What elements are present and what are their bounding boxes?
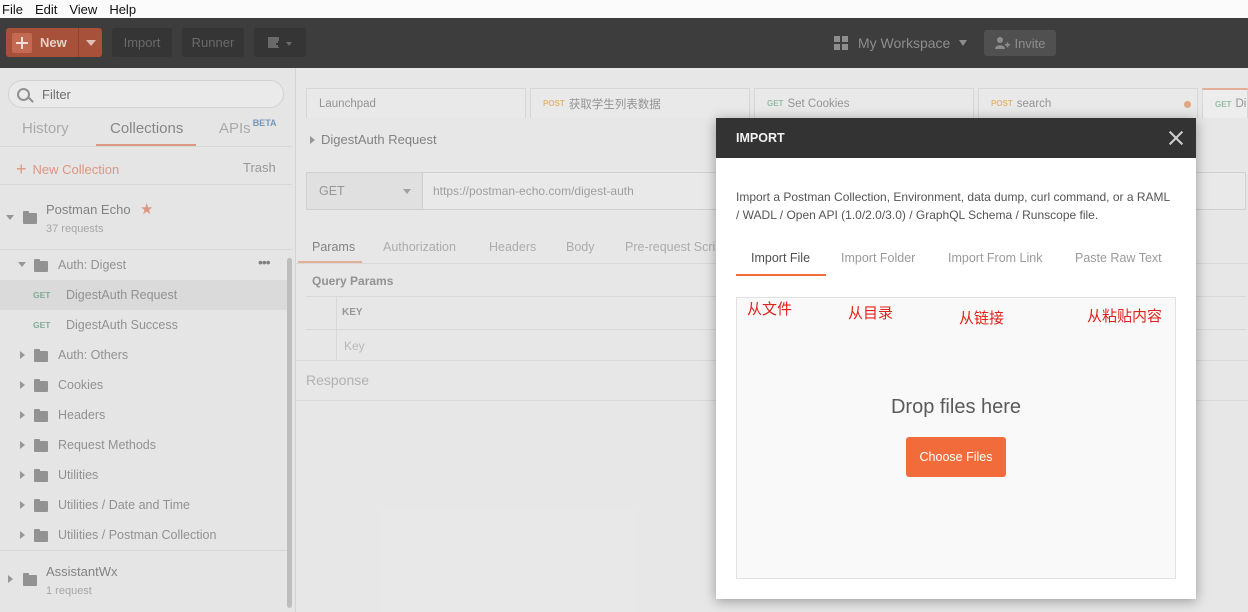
modal-title: IMPORT [736, 131, 785, 145]
invite-label: Invite [1014, 35, 1046, 51]
choose-files-button[interactable]: Choose Files [906, 437, 1006, 477]
annotation-from-file: 从文件 [747, 300, 793, 318]
tab-import-from-link[interactable]: Import From Link [948, 251, 1042, 265]
tab-import-folder[interactable]: Import Folder [841, 251, 915, 265]
chevron-down-icon[interactable] [86, 40, 96, 46]
file-drop-zone[interactable]: 从文件 从目录 从链接 从粘贴内容 Drop files here Choose… [736, 297, 1176, 579]
add-user-icon [995, 37, 1011, 49]
modal-header: IMPORT [716, 118, 1196, 158]
chevron-down-icon [959, 40, 968, 46]
workspace-grid-icon [834, 36, 848, 50]
annotation-from-folder: 从目录 [848, 304, 894, 322]
plus-icon [12, 32, 32, 53]
drop-files-text: Drop files here [890, 396, 1022, 418]
new-button-label: New [40, 35, 67, 50]
menu-file[interactable]: File [0, 2, 27, 17]
menu-view[interactable]: View [67, 2, 101, 17]
new-window-button[interactable] [254, 28, 306, 57]
runner-button[interactable]: Runner [182, 28, 244, 57]
workspace-label: My Workspace [858, 35, 951, 51]
annotation-from-link: 从链接 [959, 309, 1005, 327]
modal-description: Import a Postman Collection, Environment… [736, 190, 1170, 222]
menu-edit[interactable]: Edit [33, 2, 61, 17]
new-button[interactable]: New [6, 28, 102, 57]
workspace-selector[interactable]: My Workspace [834, 35, 968, 51]
new-button-divider [78, 28, 79, 57]
tab-paste-raw-text[interactable]: Paste Raw Text [1075, 251, 1162, 265]
add-window-icon [268, 36, 292, 48]
close-icon[interactable] [1168, 130, 1184, 146]
menu-help[interactable]: Help [107, 2, 140, 17]
annotation-from-paste: 从粘贴内容 [1087, 307, 1163, 325]
tab-import-file[interactable]: Import File [751, 251, 810, 265]
invite-button[interactable]: Invite [984, 30, 1056, 56]
toolbar: New Import Runner My Workspace Invite [0, 18, 1248, 68]
active-tab-indicator [736, 274, 826, 276]
menu-bar: File Edit View Help [0, 0, 1248, 18]
import-modal: IMPORT Import a Postman Collection, Envi… [716, 118, 1196, 599]
import-button[interactable]: Import [112, 28, 172, 57]
